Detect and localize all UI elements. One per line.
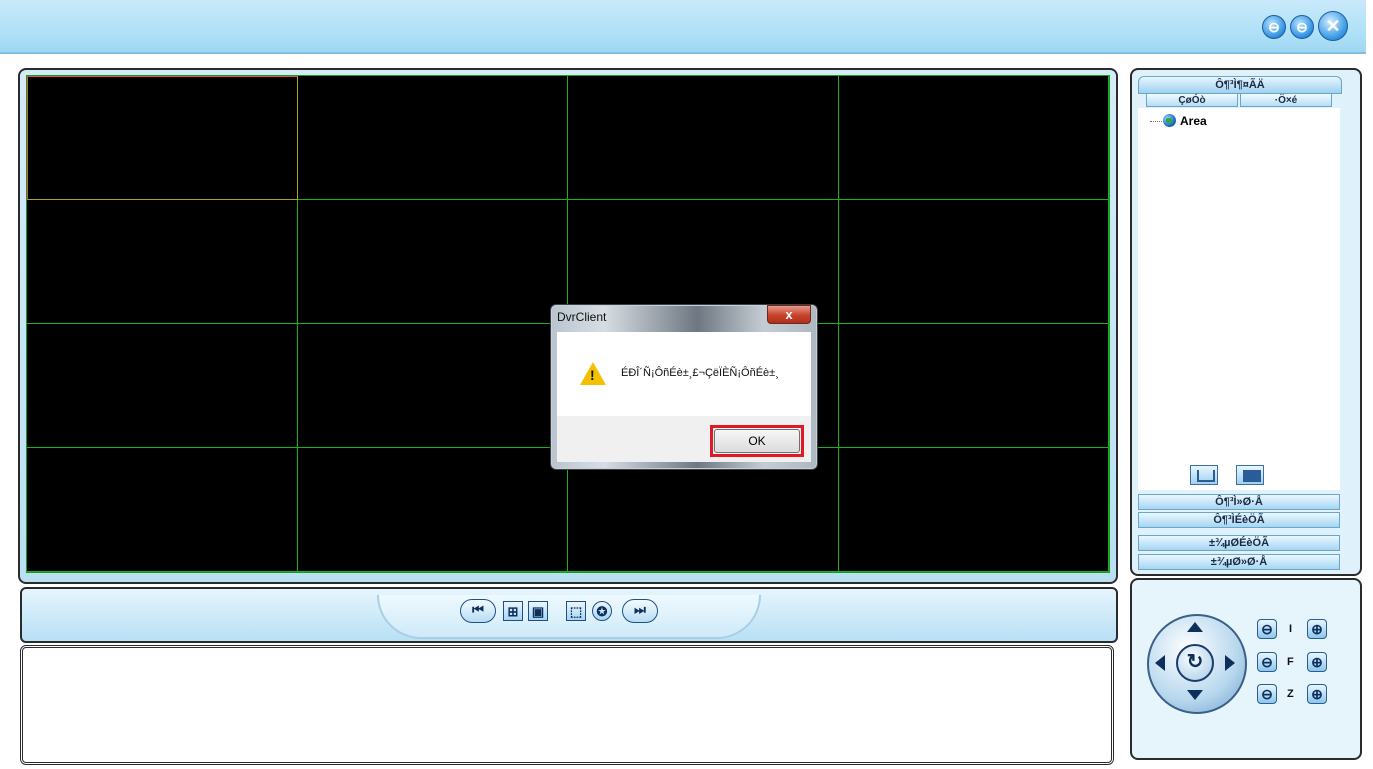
- network-icon: [1197, 470, 1215, 482]
- video-cell[interactable]: [297, 76, 568, 200]
- minimize-button[interactable]: ⊖: [1262, 15, 1286, 39]
- title-bar: [0, 0, 1366, 54]
- menu-local-settings[interactable]: ±¾µØÉèÖÃ: [1138, 535, 1340, 551]
- close-icon: ✕: [1325, 16, 1341, 36]
- globe-icon: [1163, 114, 1176, 127]
- skip-forward-icon: ⏭: [634, 602, 646, 617]
- minus-icon: ⊖: [1261, 621, 1273, 637]
- network-connect-button[interactable]: [1190, 465, 1218, 485]
- network-filled-icon: [1243, 470, 1261, 482]
- right-edge-strip: [1366, 0, 1373, 769]
- ptz-right-arrow-icon[interactable]: [1225, 655, 1235, 671]
- tree-item-area[interactable]: Area: [1180, 114, 1207, 128]
- close-icon: x: [785, 307, 793, 322]
- menu-remote-playback[interactable]: Ô¶³Ì»Ø·Å: [1138, 494, 1340, 510]
- menu-local-playback[interactable]: ±¾µØ»Ø·Å: [1138, 554, 1340, 570]
- plus-icon: ⊕: [1311, 621, 1323, 637]
- warning-icon: [580, 362, 606, 385]
- dialog-title: DvrClient: [557, 310, 607, 324]
- tab-area[interactable]: ÇøÓò: [1146, 93, 1238, 107]
- video-cell[interactable]: [297, 448, 568, 572]
- cycle-icon: ✪: [596, 604, 608, 619]
- restore-button[interactable]: ⊖: [1290, 15, 1314, 39]
- grid-layout-button[interactable]: ⊞: [503, 601, 523, 621]
- select-window-button[interactable]: ⬚: [566, 601, 586, 621]
- dialog-close-button[interactable]: x: [767, 305, 811, 324]
- focus-label: F: [1287, 656, 1294, 668]
- zoom-minus-button[interactable]: ⊖: [1257, 684, 1277, 704]
- minus-icon: ⊖: [1261, 654, 1273, 670]
- rotate-icon: ↻: [1186, 651, 1204, 673]
- video-cell[interactable]: [27, 76, 298, 200]
- focus-plus-button[interactable]: ⊕: [1307, 652, 1327, 672]
- minimize-icon: ⊖: [1268, 19, 1280, 35]
- device-tree: [1138, 108, 1340, 490]
- iris-label: I: [1289, 623, 1293, 635]
- fullscreen-button[interactable]: ▣: [528, 601, 548, 621]
- grid-icon: ⊞: [507, 604, 519, 619]
- focus-minus-button[interactable]: ⊖: [1257, 652, 1277, 672]
- ptz-left-arrow-icon[interactable]: [1155, 655, 1165, 671]
- video-cell[interactable]: [27, 448, 298, 572]
- video-cell[interactable]: [27, 324, 298, 448]
- menu-remote-settings[interactable]: Ô¶³ÌÉèÖÃ: [1138, 512, 1340, 528]
- iris-plus-button[interactable]: ⊕: [1307, 619, 1327, 639]
- dialog-message: ÉÐÎ´Ñ¡ÔñÉè±¸£¬ÇëÏÈÑ¡ÔñÉè±¸: [621, 367, 779, 379]
- ptz-down-arrow-icon[interactable]: [1187, 690, 1203, 700]
- video-cell[interactable]: [838, 448, 1109, 572]
- video-cell[interactable]: [297, 200, 568, 324]
- network-disconnect-button[interactable]: [1236, 465, 1264, 485]
- tab-group[interactable]: ·Ö×é: [1240, 93, 1332, 107]
- restore-icon: ⊖: [1296, 19, 1308, 35]
- device-panel-header[interactable]: Ô¶³Ì¶¤ÃÄ: [1138, 76, 1342, 94]
- video-cell[interactable]: [838, 76, 1109, 200]
- close-window-button[interactable]: ✕: [1318, 11, 1348, 41]
- zoom-label: Z: [1287, 688, 1294, 700]
- ptz-up-arrow-icon[interactable]: [1187, 622, 1203, 632]
- ptz-auto-rotate-button[interactable]: ↻: [1176, 644, 1214, 682]
- zoom-plus-button[interactable]: ⊕: [1307, 684, 1327, 704]
- tree-connector: [1150, 121, 1162, 122]
- previous-page-button[interactable]: ⏮: [460, 599, 496, 623]
- video-cell[interactable]: [838, 200, 1109, 324]
- log-panel: [20, 645, 1114, 765]
- next-page-button[interactable]: ⏭: [622, 599, 658, 623]
- fullscreen-icon: ▣: [531, 604, 545, 619]
- minus-icon: ⊖: [1261, 686, 1273, 702]
- video-cell[interactable]: [27, 200, 298, 324]
- video-cell[interactable]: [838, 324, 1109, 448]
- auto-cycle-button[interactable]: ✪: [592, 601, 612, 621]
- video-cell[interactable]: [297, 324, 568, 448]
- ok-button[interactable]: OK: [714, 429, 800, 453]
- plus-icon: ⊕: [1311, 686, 1323, 702]
- iris-minus-button[interactable]: ⊖: [1257, 619, 1277, 639]
- plus-icon: ⊕: [1311, 654, 1323, 670]
- skip-back-icon: ⏮: [472, 602, 484, 617]
- video-cell[interactable]: [568, 76, 839, 200]
- cursor-box-icon: ⬚: [569, 604, 583, 619]
